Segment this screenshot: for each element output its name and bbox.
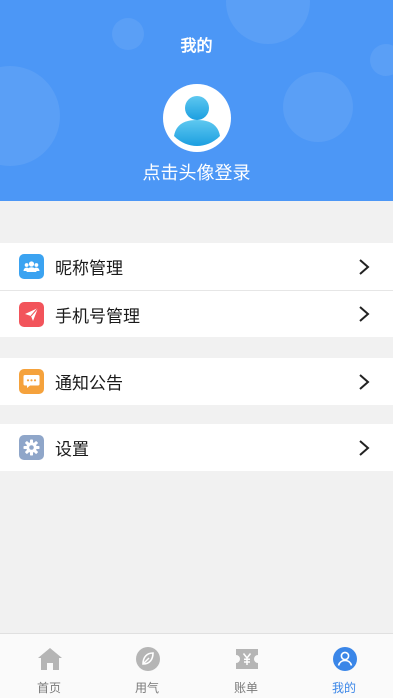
tab-gas-usage-label: 用气 xyxy=(134,681,159,695)
chevron-right-icon xyxy=(359,306,370,322)
settings-menu-group: 设置 xyxy=(0,424,393,471)
bill-icon xyxy=(236,649,258,669)
bottom-tab-bar: 首页 用气 账单 我的 xyxy=(0,633,393,698)
settings-item[interactable]: 设置 xyxy=(0,424,393,471)
gear-icon xyxy=(19,435,44,460)
chevron-right-icon xyxy=(359,439,370,456)
avatar[interactable] xyxy=(163,84,231,152)
user-icon xyxy=(333,647,357,671)
tab-home[interactable]: 首页 xyxy=(0,634,98,698)
tab-bills-label: 账单 xyxy=(233,681,258,695)
tab-mine[interactable]: 我的 xyxy=(295,634,393,698)
nickname-management-label: 昵称管理 xyxy=(55,259,123,279)
page-title: 我的 xyxy=(180,36,213,55)
tab-home-label: 首页 xyxy=(36,681,61,695)
tab-mine-label: 我的 xyxy=(331,681,356,695)
home-icon xyxy=(38,648,62,670)
leaf-icon xyxy=(136,647,160,671)
message-icon xyxy=(19,369,44,394)
notice-label: 通知公告 xyxy=(55,374,123,394)
decorative-bubble xyxy=(283,72,353,142)
user-avatar-icon xyxy=(174,96,220,146)
users-icon xyxy=(19,254,44,279)
profile-header: 我的 点击头像登录 xyxy=(0,0,393,201)
tab-gas-usage[interactable]: 用气 xyxy=(98,634,196,698)
chevron-right-icon xyxy=(359,373,370,390)
notice-item[interactable]: 通知公告 xyxy=(0,358,393,405)
phone-management-label: 手机号管理 xyxy=(55,306,140,327)
tab-bills[interactable]: 账单 xyxy=(197,634,295,698)
nickname-management-item[interactable]: 昵称管理 xyxy=(0,243,393,290)
decorative-bubble xyxy=(0,66,60,166)
paper-plane-icon xyxy=(19,301,44,327)
chevron-right-icon xyxy=(359,258,370,275)
notice-menu-group: 通知公告 xyxy=(0,358,393,405)
login-prompt[interactable]: 点击头像登录 xyxy=(0,159,393,185)
account-menu-group: 昵称管理 手机号管理 xyxy=(0,243,393,337)
phone-management-item[interactable]: 手机号管理 xyxy=(0,290,393,337)
settings-label: 设置 xyxy=(55,440,89,460)
